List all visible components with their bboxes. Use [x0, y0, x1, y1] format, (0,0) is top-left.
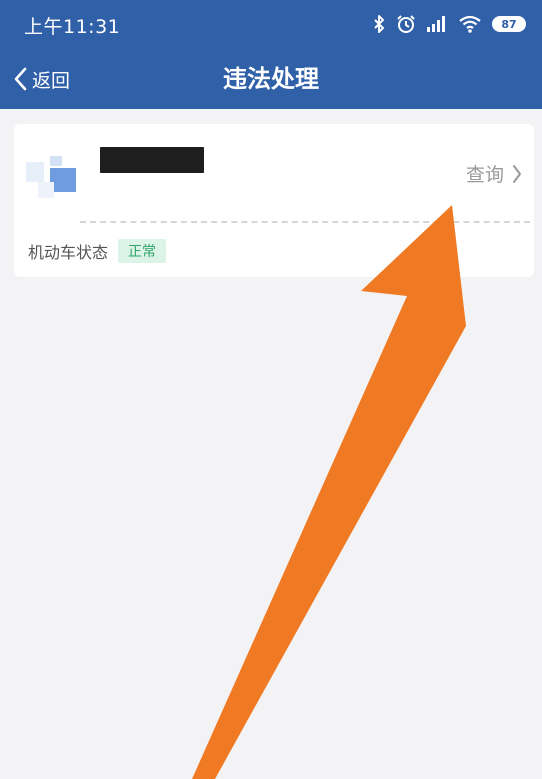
chevron-left-icon [14, 67, 27, 91]
back-button[interactable]: 返回 [12, 62, 70, 96]
vehicle-icon [26, 156, 76, 198]
wifi-icon [459, 15, 481, 33]
vehicle-card[interactable]: 查询 机动车状态 正常 [14, 124, 534, 277]
chevron-right-icon [513, 164, 521, 183]
battery-icon: 87 [492, 16, 526, 32]
query-link[interactable]: 查询 [466, 160, 522, 187]
card-divider [80, 221, 530, 223]
page-title: 违法处理 [223, 65, 319, 93]
vehicle-status-row: 机动车状态 正常 [28, 239, 167, 263]
vehicle-status-label: 机动车状态 [28, 243, 109, 262]
query-label: 查询 [465, 164, 504, 186]
bluetooth-icon [374, 15, 384, 33]
annotation-arrow-icon [192, 205, 466, 779]
back-label: 返回 [32, 69, 71, 92]
status-icons: 87 [372, 12, 526, 36]
status-badge: 正常 [118, 239, 167, 263]
top-bar: 上午11:31 87 返回 违法处理 [0, 0, 542, 109]
signal-icon [427, 16, 445, 32]
battery-level: 87 [501, 17, 517, 31]
alarm-icon [397, 15, 415, 33]
status-time: 上午11:31 [24, 16, 121, 38]
plate-number-redacted [100, 147, 204, 173]
